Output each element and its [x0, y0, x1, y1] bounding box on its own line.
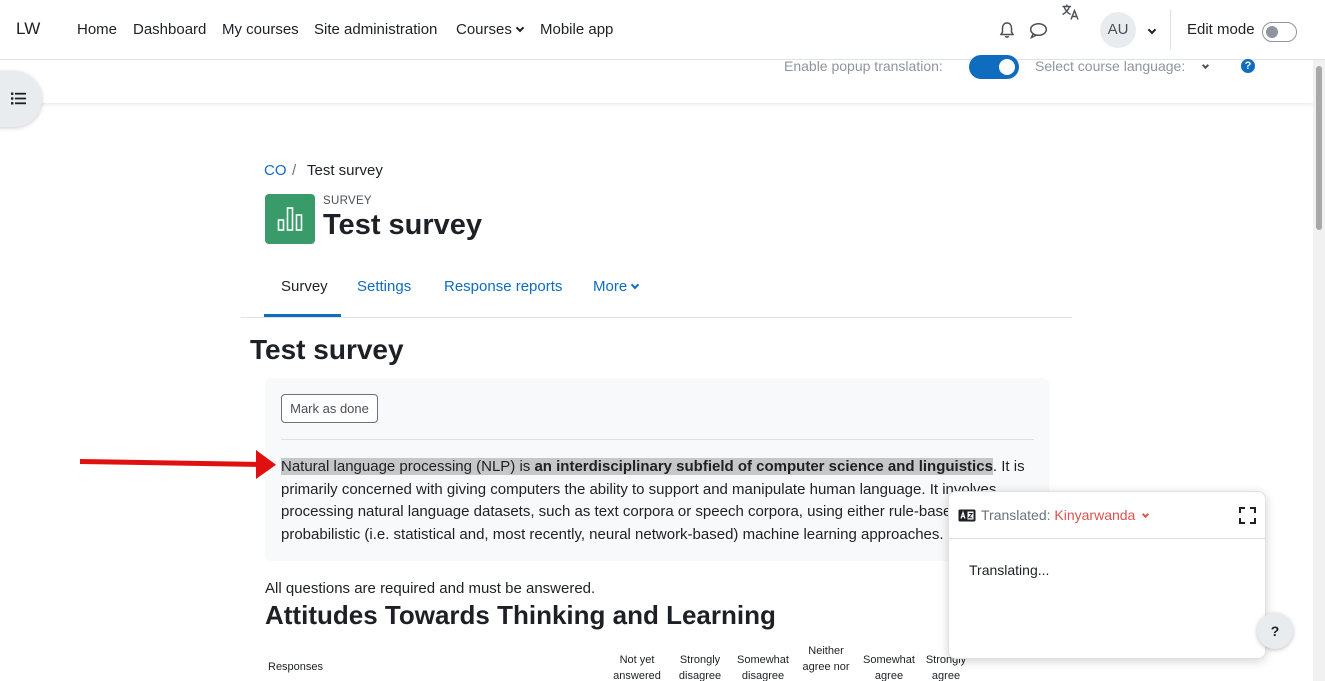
translate-badge-icon	[958, 509, 976, 522]
requirement-note: All questions are required and must be a…	[265, 580, 596, 597]
user-menu-chevron-icon[interactable]	[1147, 25, 1157, 35]
table-header-responses: Responses	[268, 661, 324, 673]
intro-text-bold: an interdisciplinary subfield of compute…	[534, 458, 993, 475]
edit-mode-label: Edit mode	[1187, 21, 1255, 38]
table-header-not-yet-answered: Not yet answered	[613, 654, 661, 681]
nav-mobile-app[interactable]: Mobile app	[540, 21, 613, 38]
top-navbar: LW Home Dashboard My courses Site admini…	[0, 0, 1325, 60]
popup-translation-toggle[interactable]	[969, 55, 1019, 79]
chevron-down-icon	[1202, 61, 1210, 70]
nav-courses-label: Courses	[456, 21, 512, 38]
message-icon[interactable]	[1029, 22, 1048, 39]
table-header-neither: Neither agree nor	[802, 645, 850, 673]
nav-my-courses[interactable]: My courses	[222, 21, 299, 38]
course-language-select[interactable]: Select course language:	[1035, 58, 1210, 74]
target-language-select[interactable]: Kinyarwanda	[1054, 507, 1135, 523]
info-divider	[281, 439, 1034, 440]
list-icon	[11, 92, 26, 105]
translation-popup: Translated: Kinyarwanda Translating...	[948, 491, 1266, 659]
table-header-somewhat-agree: Somewhat agree	[863, 654, 915, 681]
activity-description: Natural language processing (NLP) is an …	[281, 456, 1034, 546]
tab-more-label: More	[593, 278, 628, 295]
popup-translation-label: Enable popup translation:	[784, 58, 943, 74]
tab-survey[interactable]: Survey	[281, 278, 328, 295]
activity-type-label: SURVEY	[323, 195, 372, 207]
section-title: Attitudes Towards Thinking and Learning	[265, 600, 776, 630]
translation-popup-header: Translated: Kinyarwanda	[949, 492, 1265, 539]
page-title: Test survey	[323, 209, 483, 241]
breadcrumb-course[interactable]: CO	[264, 162, 287, 179]
bell-icon[interactable]	[998, 21, 1016, 39]
translate-icon[interactable]	[1061, 3, 1081, 21]
breadcrumb-separator: /	[292, 162, 297, 179]
user-avatar[interactable]: AU	[1100, 12, 1136, 48]
chevron-down-icon	[515, 23, 525, 33]
activity-heading: Test survey	[250, 334, 404, 365]
expand-icon[interactable]	[1239, 507, 1256, 524]
bar-chart-icon	[277, 207, 303, 231]
question-icon[interactable]: ?	[1241, 59, 1255, 73]
survey-activity-icon	[265, 194, 315, 244]
selected-text: Natural language processing (NLP) is an …	[281, 458, 993, 475]
nav-courses-dropdown[interactable]: Courses	[456, 21, 525, 38]
nav-home[interactable]: Home	[77, 21, 117, 38]
translation-status: Translating...	[969, 562, 1050, 578]
mark-as-done-button[interactable]: Mark as done	[281, 394, 378, 423]
translated-to-label: Translated: Kinyarwanda	[981, 507, 1150, 523]
chevron-down-icon[interactable]	[1142, 510, 1150, 519]
tab-more[interactable]: More	[593, 278, 640, 295]
breadcrumb-current: Test survey	[307, 162, 383, 179]
table-header-somewhat-disagree: Somewhat disagree	[737, 654, 789, 681]
tab-response-reports[interactable]: Response reports	[444, 278, 562, 295]
secondary-nav-border	[241, 317, 1072, 318]
nav-site-administration[interactable]: Site administration	[314, 21, 437, 38]
tab-settings[interactable]: Settings	[357, 278, 411, 295]
red-arrow-annotation	[79, 450, 276, 479]
intro-text-1: Natural language processing (NLP) is	[281, 458, 535, 475]
site-brand[interactable]: LW	[16, 19, 40, 39]
navbar-divider	[1170, 10, 1171, 50]
nav-dashboard[interactable]: Dashboard	[133, 21, 206, 38]
table-header-strongly-disagree: Strongly disagree	[678, 654, 722, 681]
help-button[interactable]: ?	[1257, 613, 1293, 649]
chevron-down-icon	[630, 280, 640, 290]
scrollbar-thumb[interactable]	[1316, 66, 1322, 230]
course-language-select-label: Select course language:	[1035, 58, 1186, 74]
translated-label: Translated:	[981, 507, 1051, 523]
edit-mode-toggle[interactable]	[1262, 22, 1297, 42]
